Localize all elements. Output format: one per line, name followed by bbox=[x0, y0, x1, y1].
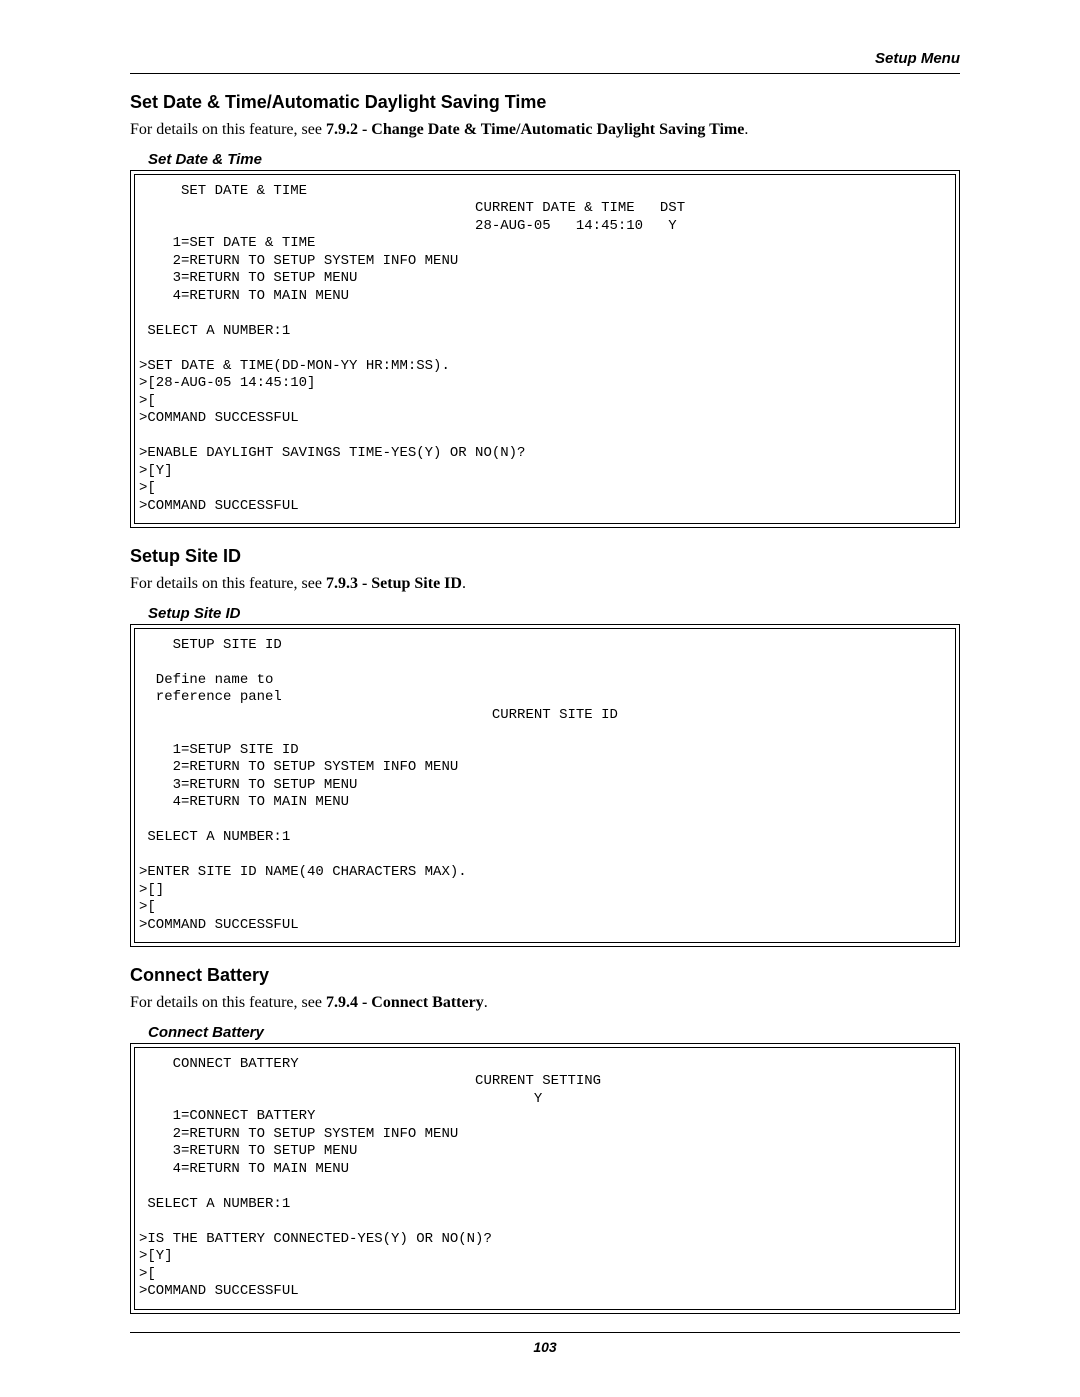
terminal-frame: CONNECT BATTERY CURRENT SETTING Y 1=CONN… bbox=[130, 1043, 960, 1314]
figure-caption: Connect Battery bbox=[148, 1024, 960, 1041]
figure-caption: Set Date & Time bbox=[148, 151, 960, 168]
body-crossref: 7.9.3 - Setup Site ID bbox=[326, 575, 462, 592]
terminal-output: CONNECT BATTERY CURRENT SETTING Y 1=CONN… bbox=[134, 1047, 956, 1310]
body-prefix: For details on this feature, see bbox=[130, 121, 326, 138]
body-suffix: . bbox=[484, 994, 488, 1011]
terminal-frame: SET DATE & TIME CURRENT DATE & TIME DST … bbox=[130, 170, 960, 529]
section-body: For details on this feature, see 7.9.2 -… bbox=[130, 119, 960, 141]
section-body: For details on this feature, see 7.9.4 -… bbox=[130, 992, 960, 1014]
body-prefix: For details on this feature, see bbox=[130, 994, 326, 1011]
section-heading: Set Date & Time/Automatic Daylight Savin… bbox=[130, 92, 960, 113]
body-crossref: 7.9.2 - Change Date & Time/Automatic Day… bbox=[326, 121, 744, 138]
terminal-frame: SETUP SITE ID Define name to reference p… bbox=[130, 624, 960, 948]
section-body: For details on this feature, see 7.9.3 -… bbox=[130, 573, 960, 595]
body-suffix: . bbox=[744, 121, 748, 138]
page-number: 103 bbox=[130, 1339, 960, 1355]
body-prefix: For details on this feature, see bbox=[130, 575, 326, 592]
figure-caption: Setup Site ID bbox=[148, 605, 960, 622]
body-crossref: 7.9.4 - Connect Battery bbox=[326, 994, 484, 1011]
bottom-rule bbox=[130, 1332, 960, 1333]
section-heading: Setup Site ID bbox=[130, 546, 960, 567]
top-rule bbox=[130, 73, 960, 74]
header-right: Setup Menu bbox=[875, 50, 960, 67]
page: Setup Menu Set Date & Time/Automatic Day… bbox=[0, 0, 1080, 1397]
running-header: Setup Menu bbox=[130, 50, 960, 67]
body-suffix: . bbox=[462, 575, 466, 592]
section-heading: Connect Battery bbox=[130, 965, 960, 986]
terminal-output: SET DATE & TIME CURRENT DATE & TIME DST … bbox=[134, 174, 956, 525]
terminal-output: SETUP SITE ID Define name to reference p… bbox=[134, 628, 956, 944]
